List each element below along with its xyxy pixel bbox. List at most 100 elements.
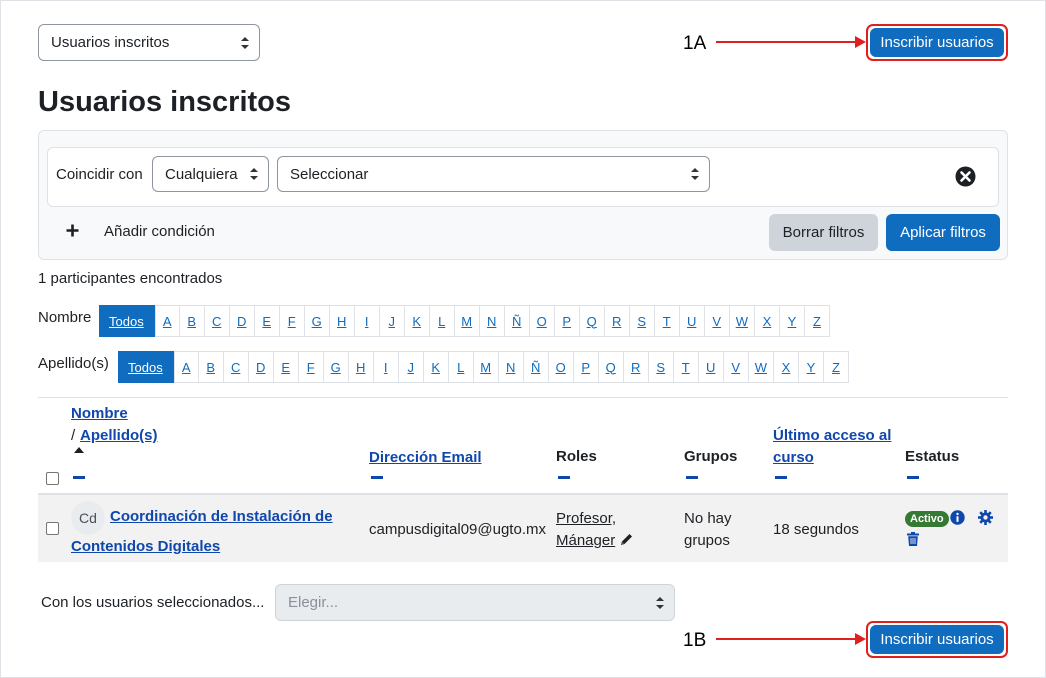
first-name-letter-11[interactable]: L	[429, 305, 455, 337]
first-name-letter-8[interactable]: I	[354, 305, 380, 337]
enrol-users-bottom-highlight: Inscribir usuarios	[866, 621, 1008, 658]
first-name-initials-bar: Todos ABCDEFGHIJKLMNÑOPQRSTUVWXYZ	[99, 305, 830, 337]
last-name-letter-7[interactable]: H	[348, 351, 374, 383]
plus-icon[interactable]	[66, 224, 79, 237]
first-name-letter-16[interactable]: P	[554, 305, 580, 337]
last-name-letter-9[interactable]: J	[398, 351, 424, 383]
last-name-letter-19[interactable]: S	[648, 351, 674, 383]
apply-filters-button[interactable]: Aplicar filtros	[886, 214, 1000, 251]
first-name-letter-3[interactable]: D	[229, 305, 255, 337]
last-name-letter-14[interactable]: Ñ	[523, 351, 549, 383]
collapse-last-access-icon[interactable]	[775, 476, 787, 479]
last-name-letter-13[interactable]: N	[498, 351, 524, 383]
last-name-letter-10[interactable]: K	[423, 351, 449, 383]
condition-select[interactable]: Seleccionar	[277, 156, 710, 192]
sort-first-name-link[interactable]: Nombre	[71, 405, 128, 422]
last-name-letter-25[interactable]: Y	[798, 351, 824, 383]
bulk-action-placeholder: Elegir...	[288, 594, 339, 611]
first-name-letter-23[interactable]: W	[729, 305, 755, 337]
info-icon[interactable]	[950, 510, 965, 525]
last-name-letter-0[interactable]: A	[173, 351, 199, 383]
first-name-all[interactable]: Todos	[99, 305, 155, 337]
last-name-letter-12[interactable]: M	[473, 351, 499, 383]
first-name-letter-15[interactable]: O	[529, 305, 555, 337]
enrol-users-button-bottom[interactable]: Inscribir usuarios	[870, 625, 1004, 654]
last-name-letter-21[interactable]: U	[698, 351, 724, 383]
first-name-letter-19[interactable]: S	[629, 305, 655, 337]
first-name-letter-22[interactable]: V	[704, 305, 730, 337]
last-name-letter-24[interactable]: X	[773, 351, 799, 383]
collapse-roles-icon[interactable]	[558, 476, 570, 479]
last-name-letter-17[interactable]: Q	[598, 351, 624, 383]
select-all-checkbox[interactable]	[46, 472, 59, 485]
trash-icon[interactable]	[907, 532, 919, 546]
user-role-manager[interactable]: Mánager	[556, 532, 615, 549]
first-name-letter-17[interactable]: Q	[579, 305, 605, 337]
sort-last-name-link[interactable]: Apellido(s)	[80, 427, 158, 444]
first-name-letter-20[interactable]: T	[654, 305, 680, 337]
last-name-letter-23[interactable]: W	[748, 351, 774, 383]
first-name-letter-9[interactable]: J	[379, 305, 405, 337]
collapse-groups-icon[interactable]	[686, 476, 698, 479]
match-select[interactable]: Cualquiera	[152, 156, 269, 192]
avatar[interactable]: Cd	[71, 501, 105, 535]
last-name-letter-1[interactable]: B	[198, 351, 224, 383]
last-name-letter-26[interactable]: Z	[823, 351, 849, 383]
last-name-letter-5[interactable]: F	[298, 351, 324, 383]
user-name-link-line2[interactable]: Contenidos Digitales	[71, 538, 220, 555]
collapse-name-icon[interactable]	[73, 476, 85, 479]
first-name-letter-10[interactable]: K	[404, 305, 430, 337]
add-condition-link[interactable]: Añadir condición	[104, 223, 215, 240]
user-role-profesor[interactable]: Profesor,	[556, 510, 616, 527]
last-name-letter-16[interactable]: P	[573, 351, 599, 383]
select-caret-icon	[691, 168, 699, 180]
last-name-letter-11[interactable]: L	[448, 351, 474, 383]
remove-filter-icon[interactable]	[955, 166, 976, 187]
first-name-letter-12[interactable]: M	[454, 305, 480, 337]
table-top-border	[38, 397, 1008, 398]
first-name-letter-25[interactable]: Y	[779, 305, 805, 337]
last-name-all[interactable]: Todos	[118, 351, 174, 383]
collapse-email-icon[interactable]	[371, 476, 383, 479]
last-name-letter-4[interactable]: E	[273, 351, 299, 383]
last-name-letter-22[interactable]: V	[723, 351, 749, 383]
gear-icon[interactable]	[978, 510, 993, 525]
first-name-letter-2[interactable]: C	[204, 305, 230, 337]
first-name-letter-21[interactable]: U	[679, 305, 705, 337]
first-name-letter-26[interactable]: Z	[804, 305, 830, 337]
enrol-users-button-top[interactable]: Inscribir usuarios	[870, 28, 1004, 57]
last-name-letter-6[interactable]: G	[323, 351, 349, 383]
last-name-letter-8[interactable]: I	[373, 351, 399, 383]
first-name-letter-0[interactable]: A	[154, 305, 180, 337]
sort-email-link[interactable]: Dirección Email	[369, 449, 482, 466]
sort-last-access-link[interactable]: Último acceso al	[773, 427, 891, 444]
user-name-link[interactable]: Coordinación de Instalación de	[110, 508, 333, 525]
first-name-letter-14[interactable]: Ñ	[504, 305, 530, 337]
first-name-letter-6[interactable]: G	[304, 305, 330, 337]
last-name-letter-18[interactable]: R	[623, 351, 649, 383]
annotation-1a-label: 1A	[683, 33, 707, 54]
first-name-letter-13[interactable]: N	[479, 305, 505, 337]
view-select[interactable]: Usuarios inscritos	[38, 24, 260, 61]
last-name-letter-2[interactable]: C	[223, 351, 249, 383]
condition-select-value: Seleccionar	[290, 165, 369, 183]
first-name-letter-1[interactable]: B	[179, 305, 205, 337]
first-name-letter-4[interactable]: E	[254, 305, 280, 337]
row-select-checkbox[interactable]	[46, 522, 59, 535]
first-name-letter-5[interactable]: F	[279, 305, 305, 337]
last-name-letter-15[interactable]: O	[548, 351, 574, 383]
last-name-letter-3[interactable]: D	[248, 351, 274, 383]
user-email: campusdigital09@ugto.mx	[369, 521, 546, 538]
clear-filters-button[interactable]: Borrar filtros	[769, 214, 878, 251]
sort-ascending-icon	[74, 447, 84, 453]
edit-pencil-icon[interactable]	[619, 532, 634, 547]
match-select-value: Cualquiera	[165, 165, 238, 183]
bulk-action-select[interactable]: Elegir...	[275, 584, 675, 621]
filter-panel: Coincidir con Cualquiera Seleccionar Aña…	[38, 130, 1008, 260]
first-name-letter-24[interactable]: X	[754, 305, 780, 337]
collapse-status-icon[interactable]	[907, 476, 919, 479]
first-name-letter-7[interactable]: H	[329, 305, 355, 337]
last-name-letter-20[interactable]: T	[673, 351, 699, 383]
first-name-letter-18[interactable]: R	[604, 305, 630, 337]
sort-last-access-link-line2[interactable]: curso	[773, 449, 814, 466]
